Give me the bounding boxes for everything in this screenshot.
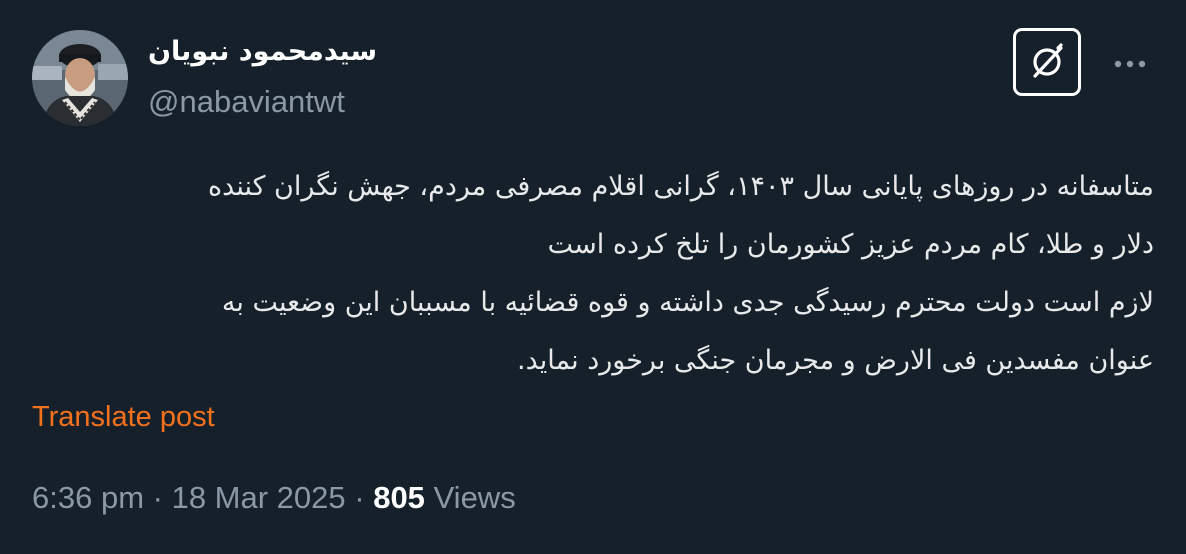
tweet-text-line: دلار و طلا، کام مردم عزیز کشورمان را تلخ… xyxy=(547,229,1154,260)
meta-separator: · xyxy=(345,480,374,515)
tweet-text-line: عنوان مفسدین فی الارض و مجرمان جنگی برخو… xyxy=(517,345,1154,376)
translate-post-link[interactable]: Translate post xyxy=(32,400,215,434)
more-horizontal-icon xyxy=(1114,60,1146,68)
tweet-card: سیدمحمود نبویان @nabaviantwt متاسفانه در… xyxy=(0,0,1186,554)
avatar[interactable] xyxy=(32,30,128,126)
tweet-text-line: متاسفانه در روزهای پایانی سال ۱۴۰۳، گران… xyxy=(208,171,1154,202)
grok-icon xyxy=(1033,43,1063,78)
tweet-text-line: لازم است دولت محترم رسیدگی جدی داشته و ق… xyxy=(221,287,1154,318)
post-date[interactable]: 18 Mar 2025 xyxy=(172,480,346,515)
views-label: Views xyxy=(433,480,516,515)
views-count: 805 xyxy=(373,480,425,515)
meta-separator: · xyxy=(144,480,172,515)
post-time[interactable]: 6:36 pm xyxy=(32,480,144,515)
author-display-name[interactable]: سیدمحمود نبویان xyxy=(148,36,377,68)
tweet-metadata: 6:36 pm · 18 Mar 2025 · 805 Views xyxy=(32,480,516,516)
more-options-button[interactable] xyxy=(1108,46,1152,82)
author-username[interactable]: @nabaviantwt xyxy=(148,84,345,120)
grok-button[interactable] xyxy=(1013,28,1081,96)
tweet-text: متاسفانه در روزهای پایانی سال ۱۴۰۳، گران… xyxy=(32,158,1154,390)
profile-photo-image xyxy=(32,30,128,126)
